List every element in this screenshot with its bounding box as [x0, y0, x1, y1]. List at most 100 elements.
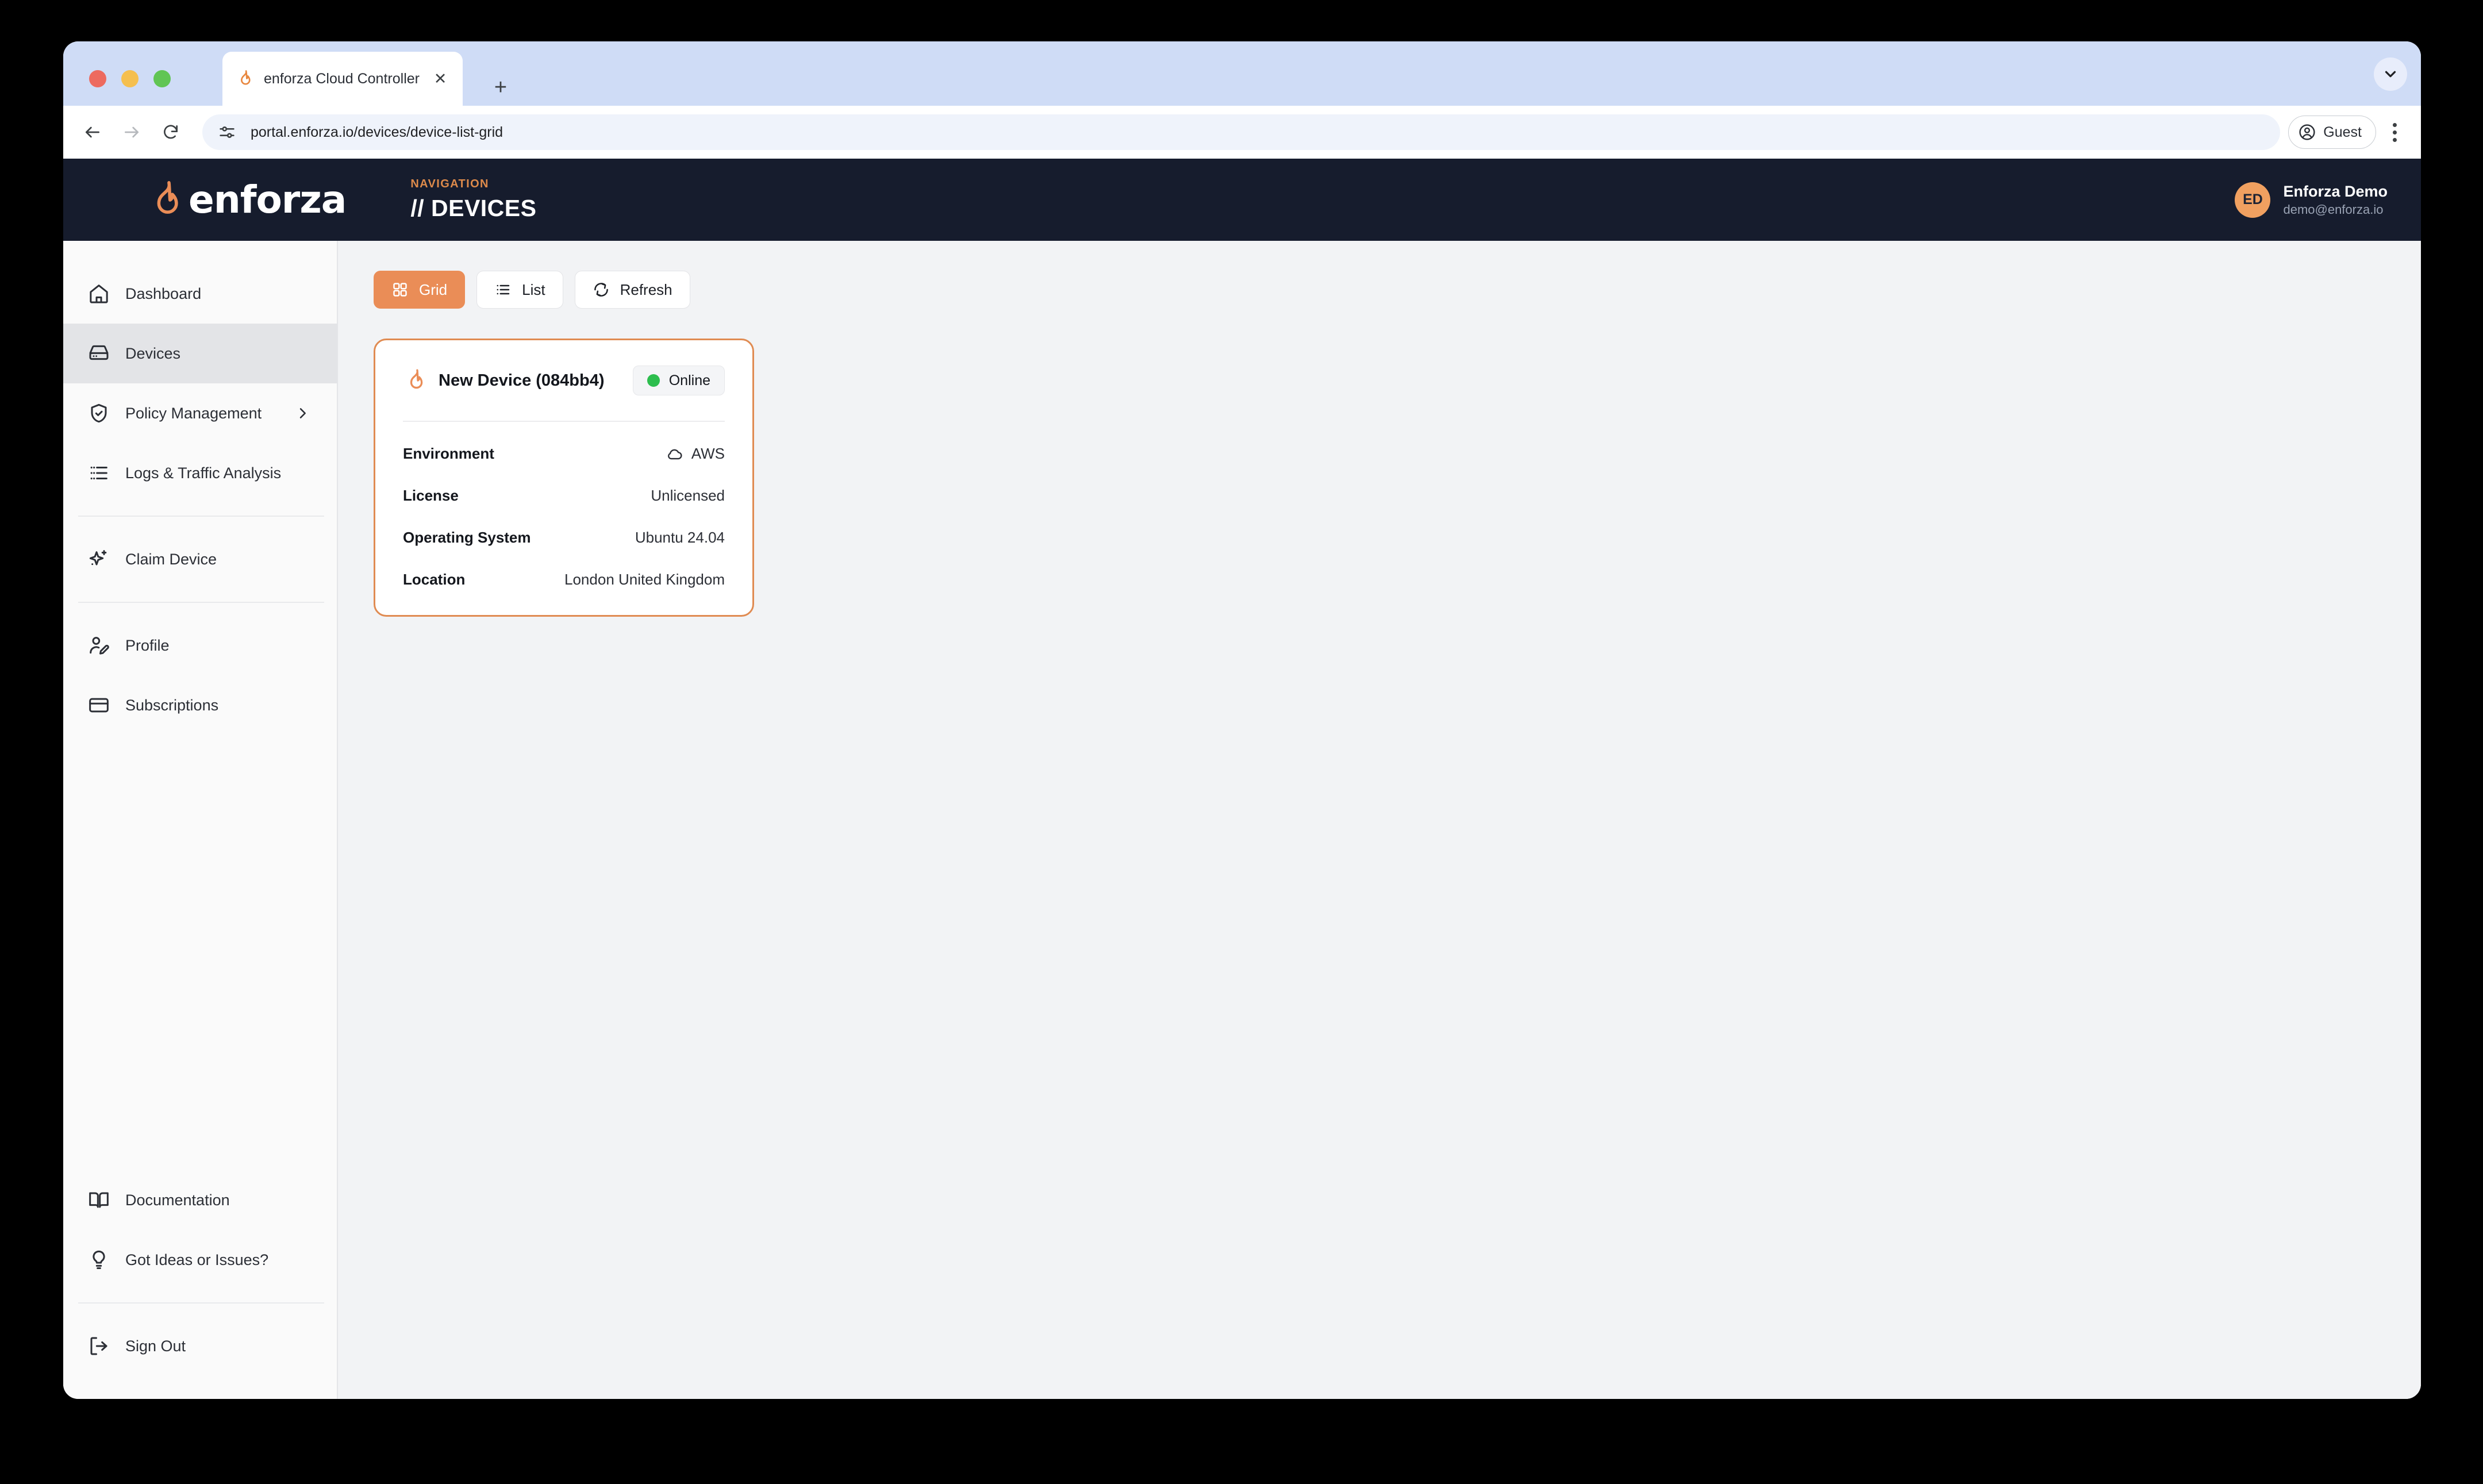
sidebar-divider-2: [78, 602, 324, 603]
cloud-icon: [666, 445, 683, 463]
view-button-label: Refresh: [620, 280, 672, 298]
browser-window: enforza Cloud Controller ✕ + portal.enfo…: [63, 41, 2421, 1399]
browser-tab-strip: enforza Cloud Controller ✕ +: [63, 41, 2421, 106]
browser-toolbar: portal.enforza.io/devices/device-list-gr…: [63, 106, 2421, 159]
sidebar-footer-group: Sign Out: [63, 1316, 337, 1376]
logout-icon: [87, 1335, 110, 1358]
sidebar-item-documentation[interactable]: Documentation: [63, 1170, 337, 1230]
user-menu[interactable]: ED Enforza Demo demo@enforza.io: [2235, 182, 2388, 218]
sidebar-item-label: Sign Out: [125, 1337, 186, 1355]
device-spec-value-wrap: AWS: [666, 445, 725, 463]
device-spec-label: Location: [403, 571, 466, 588]
device-spec-row: License Unlicensed: [403, 487, 725, 505]
arrow-left-icon[interactable]: [75, 114, 110, 150]
brand-logo[interactable]: enforza: [145, 177, 347, 222]
profile-button[interactable]: Guest: [2288, 116, 2376, 149]
tab-title: enforza Cloud Controller: [264, 70, 420, 87]
sidebar-item-label: Dashboard: [125, 285, 202, 302]
device-spec-label: Environment: [403, 445, 494, 462]
device-card[interactable]: New Device (084bb4) Online Environment AWS L…: [374, 339, 754, 617]
card-divider: [403, 421, 725, 422]
reload-icon[interactable]: [153, 114, 189, 150]
sidebar-item-subscriptions[interactable]: Subscriptions: [63, 675, 337, 735]
device-spec-value-wrap: Unlicensed: [651, 487, 725, 505]
sidebar-item-sign-out[interactable]: Sign Out: [63, 1316, 337, 1376]
close-window-button[interactable]: [89, 70, 106, 87]
sidebar-item-label: Policy Management: [125, 404, 262, 422]
status-dot-icon: [647, 374, 660, 387]
grid-icon: [391, 281, 409, 298]
status-badge: Online: [632, 366, 725, 395]
flame-icon: [403, 368, 428, 393]
sparkles-icon: [87, 548, 110, 571]
device-spec-row: Operating System Ubuntu 24.04: [403, 529, 725, 547]
chevron-right-icon[interactable]: [294, 405, 310, 421]
brand-wordmark: enforza: [189, 177, 347, 222]
sidebar-item-label: Got Ideas or Issues?: [125, 1251, 269, 1268]
device-spec-row: Environment AWS: [403, 445, 725, 463]
sidebar-divider-3: [78, 1302, 324, 1304]
view-button-label: List: [522, 280, 545, 298]
sidebar-account-group: Profile Subscriptions: [63, 616, 337, 735]
tune-icon[interactable]: [217, 122, 237, 142]
sidebar-item-policy-management[interactable]: Policy Management: [63, 383, 337, 443]
more-vertical-icon[interactable]: [2380, 114, 2409, 150]
app-header: enforza NAVIGATION // DEVICES ED Enforza…: [63, 159, 2421, 241]
arrow-right-icon[interactable]: [114, 114, 149, 150]
lightbulb-icon: [87, 1248, 110, 1271]
sidebar-item-profile[interactable]: Profile: [63, 616, 337, 675]
flame-icon: [145, 179, 187, 221]
sidebar-item-logs-traffic-analysis[interactable]: Logs & Traffic Analysis: [63, 443, 337, 503]
user-email: demo@enforza.io: [2283, 202, 2384, 217]
main-content: Grid List Refresh New Device (084bb4) Onlin…: [338, 241, 2421, 1399]
home-icon: [87, 282, 110, 305]
breadcrumb: NAVIGATION // DEVICES: [410, 177, 536, 222]
device-spec-value: Ubuntu 24.04: [635, 529, 725, 546]
sidebar-support-group: Documentation Got Ideas or Issues?: [63, 1170, 337, 1290]
view-toolbar: Grid List Refresh: [374, 271, 2421, 309]
sidebar-item-label: Devices: [125, 344, 181, 362]
url-text: portal.enforza.io/devices/device-list-gr…: [251, 124, 503, 140]
sidebar-item-claim-device[interactable]: Claim Device: [63, 529, 337, 589]
credit-card-icon: [87, 694, 110, 717]
device-spec-label: Operating System: [403, 529, 531, 546]
minimize-window-button[interactable]: [121, 70, 139, 87]
page-title: // DEVICES: [410, 194, 537, 221]
book-icon: [87, 1189, 110, 1212]
app-body: Dashboard Devices Policy Management Logs & …: [63, 241, 2421, 1399]
device-card-header: New Device (084bb4) Online: [403, 366, 725, 395]
nav-kicker: NAVIGATION: [410, 177, 489, 190]
sidebar-secondary-group: Claim Device: [63, 529, 337, 589]
address-bar[interactable]: portal.enforza.io/devices/device-list-gr…: [202, 114, 2281, 150]
chevron-down-icon[interactable]: [2374, 57, 2407, 91]
list-icon: [494, 281, 512, 298]
profile-label: Guest: [2323, 124, 2362, 140]
sidebar-item-dashboard[interactable]: Dashboard: [63, 264, 337, 324]
sidebar-item-devices[interactable]: Devices: [63, 324, 337, 383]
list-detail-icon: [87, 462, 110, 485]
device-spec-value: AWS: [691, 445, 725, 462]
enforza-app: enforza NAVIGATION // DEVICES ED Enforza…: [63, 159, 2421, 1399]
device-grid: New Device (084bb4) Online Environment AWS L…: [374, 339, 2421, 617]
browser-tab[interactable]: enforza Cloud Controller ✕: [222, 52, 463, 106]
flame-icon: [235, 69, 255, 89]
plus-icon[interactable]: +: [487, 74, 514, 101]
device-spec-label: License: [403, 487, 459, 504]
device-card-title: New Device (084bb4): [439, 371, 605, 390]
account-circle-icon: [2298, 123, 2316, 141]
sidebar-item-label: Documentation: [125, 1191, 230, 1209]
refresh-view-button[interactable]: Refresh: [574, 271, 690, 309]
grid-view-button[interactable]: Grid: [374, 271, 466, 309]
device-spec-value-wrap: Ubuntu 24.04: [635, 529, 725, 547]
avatar: ED: [2235, 182, 2271, 218]
window-controls: [89, 70, 171, 87]
sidebar-item-got-ideas-or-issues[interactable]: Got Ideas or Issues?: [63, 1230, 337, 1290]
device-spec-value-wrap: London United Kingdom: [564, 571, 725, 589]
close-icon[interactable]: ✕: [431, 69, 450, 89]
list-view-button[interactable]: List: [476, 271, 563, 309]
device-spec-value: Unlicensed: [651, 487, 725, 504]
sidebar-divider-1: [78, 516, 324, 517]
status-label: Online: [668, 372, 710, 389]
device-spec-row: Location London United Kingdom: [403, 571, 725, 589]
maximize-window-button[interactable]: [153, 70, 171, 87]
